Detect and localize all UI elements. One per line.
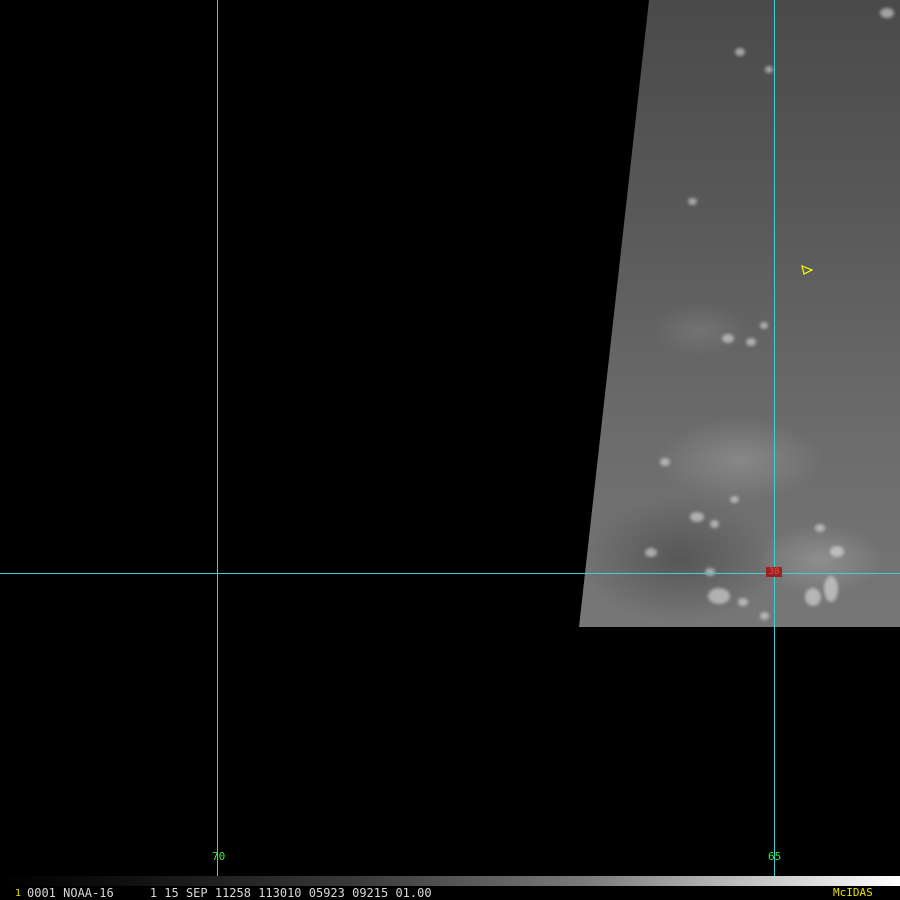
satellite-swath-image — [579, 0, 900, 627]
longitude-line-65 — [774, 0, 775, 886]
frame-number: 1 — [15, 888, 22, 899]
triangle-marker-icon — [801, 265, 813, 275]
latitude-label-30: 30 — [766, 567, 782, 577]
satellite-image-viewer: 70 65 30 1 0001 NOAA-16 1 15 SEP 11258 1… — [0, 0, 900, 900]
longitude-line-70 — [217, 0, 218, 886]
mcidas-brand-label: McIDAS — [832, 886, 874, 900]
longitude-label-70: 70 — [212, 850, 226, 863]
latitude-line-30 — [0, 573, 900, 574]
longitude-label-65: 65 — [768, 850, 782, 863]
image-info-text: 0001 NOAA-16 1 15 SEP 11258 113010 05923… — [27, 886, 432, 900]
